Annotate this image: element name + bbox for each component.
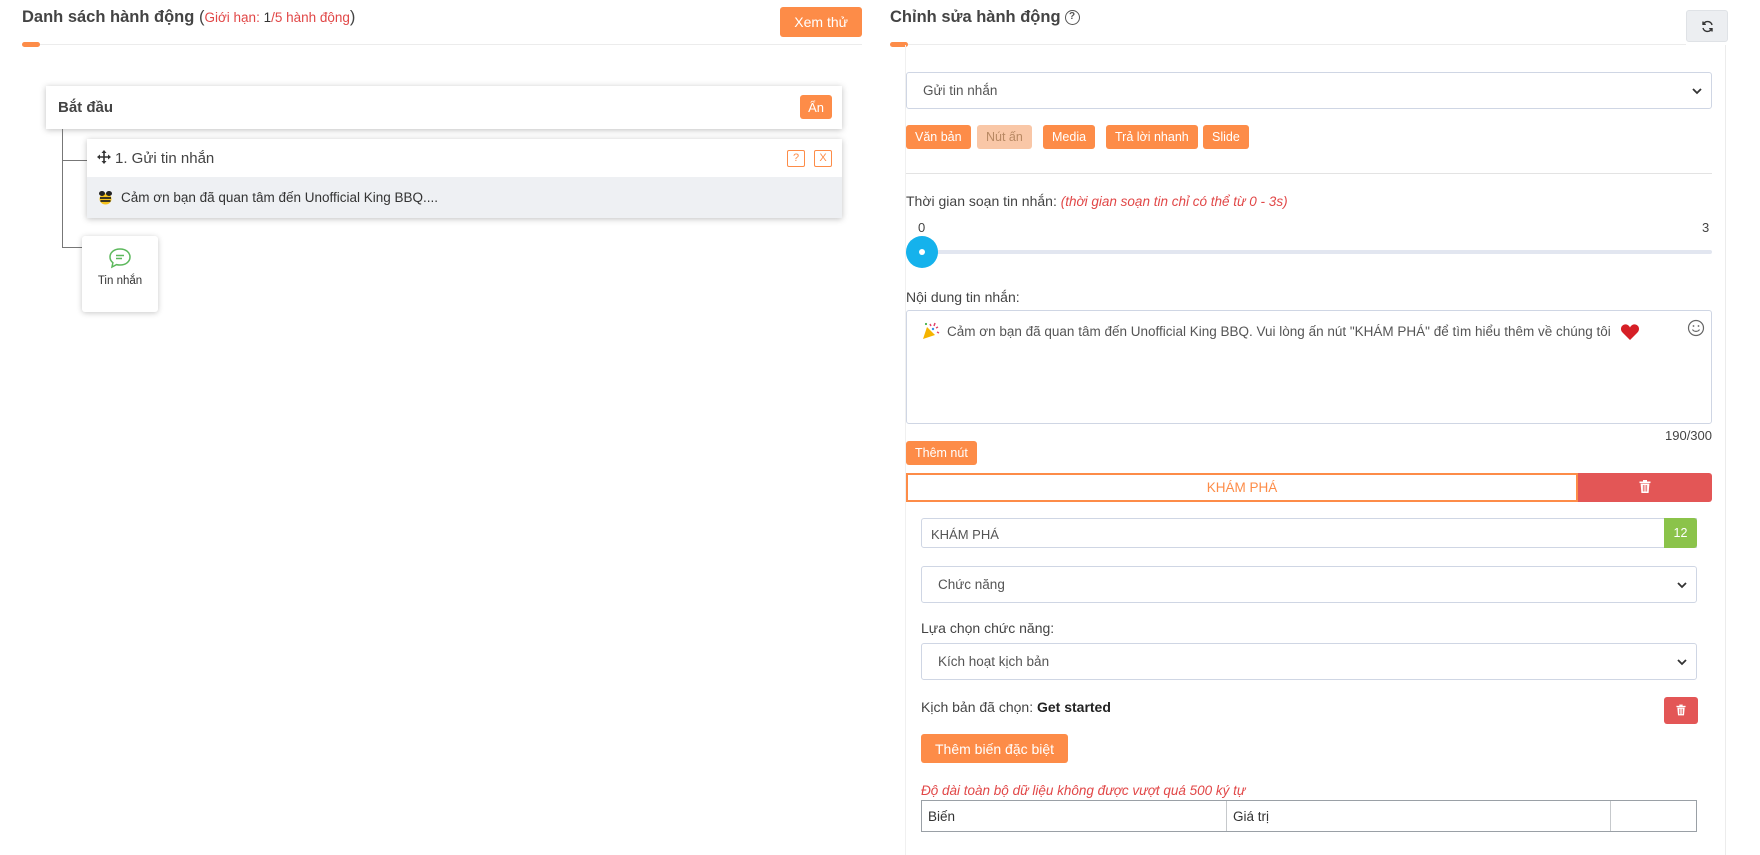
function-choice-select[interactable]: Kích hoạt kịch bản: [921, 643, 1697, 680]
remaining-chars-badge: 12: [1664, 518, 1697, 548]
variable-table: Biến Giá trị: [921, 800, 1697, 832]
edit-action-title-text: Chỉnh sửa hành động: [890, 8, 1061, 26]
table-header-value: Giá trị: [1227, 801, 1611, 831]
action-card-header: 1. Gửi tin nhắn ? X: [87, 139, 842, 177]
trash-icon: [1639, 480, 1651, 493]
chevron-down-icon: [1677, 582, 1687, 589]
move-icon[interactable]: [97, 150, 111, 164]
button-item: KHÁM PHÁ: [906, 473, 1712, 502]
refresh-button[interactable]: [1686, 10, 1728, 42]
char-counter: 190/300: [1665, 428, 1712, 443]
limit-current: 1: [263, 10, 272, 25]
message-textarea[interactable]: Cảm ơn bạn đã quan tâm đến Unofficial Ki…: [906, 310, 1712, 424]
limit-label: Giới hạn:: [204, 10, 264, 25]
preview-button[interactable]: Xem thử: [780, 7, 862, 37]
tree-connector: [62, 129, 63, 248]
start-card[interactable]: Bắt đầu Ẩn: [46, 86, 842, 129]
slider-max-label: 3: [1702, 220, 1710, 235]
add-button-button[interactable]: Thêm nút: [906, 441, 977, 465]
action-card-preview: Cảm ơn bạn đã quan tâm đến Unofficial Ki…: [87, 177, 842, 218]
refresh-icon: [1702, 20, 1713, 33]
hide-button[interactable]: Ẩn: [800, 95, 832, 119]
button-item-tab[interactable]: KHÁM PHÁ: [906, 473, 1578, 502]
action-list-title-text: Danh sách hành động: [22, 8, 195, 26]
header-divider: [22, 44, 862, 45]
emoji-picker-icon[interactable]: [1687, 319, 1705, 337]
header-divider: [890, 44, 1686, 45]
tree-connector: [62, 247, 82, 248]
header-accent: [22, 42, 40, 47]
slider-min-label: 0: [918, 220, 926, 235]
help-button[interactable]: ?: [787, 150, 805, 167]
action-card-title: 1. Gửi tin nhắn: [115, 150, 215, 167]
delete-button-item[interactable]: [1578, 473, 1712, 502]
tab-buttons[interactable]: Nút ấn: [977, 125, 1032, 149]
action-preview-text: Cảm ơn bạn đã quan tâm đến Unofficial Ki…: [121, 190, 439, 205]
action-type-select[interactable]: Gửi tin nhắn: [906, 72, 1712, 109]
chat-bubble-icon: [109, 248, 131, 269]
help-circle-icon[interactable]: ?: [1064, 10, 1080, 25]
section-divider: [906, 173, 1712, 174]
typing-time-label-text: Thời gian soạn tin nhắn:: [906, 193, 1061, 209]
action-type-value: Gửi tin nhắn: [923, 83, 998, 98]
selected-script-label: Kịch bản đã chọn:: [921, 699, 1037, 715]
panel-border: [1725, 45, 1726, 855]
button-name-value: KHÁM PHÁ: [931, 527, 999, 542]
tab-text[interactable]: Văn bản: [906, 125, 971, 149]
selected-script: Kịch bản đã chọn: Get started: [921, 699, 1111, 715]
chevron-down-icon: [1692, 88, 1702, 95]
message-node[interactable]: Tin nhắn: [82, 236, 158, 312]
start-card-title: Bắt đầu: [58, 99, 114, 116]
function-select[interactable]: Chức năng: [921, 566, 1697, 603]
message-content-label: Nội dung tin nhắn:: [906, 289, 1020, 305]
slider-handle[interactable]: [906, 236, 938, 268]
function-choice-value: Kích hoạt kịch bản: [938, 654, 1050, 669]
tab-quick-reply[interactable]: Trả lời nhanh: [1106, 125, 1198, 149]
add-special-variable-button[interactable]: Thêm biến đặc biệt: [921, 734, 1069, 763]
heart-emoji-icon: [1620, 324, 1640, 340]
button-name-input[interactable]: KHÁM PHÁ: [921, 518, 1697, 548]
action-list-title: Danh sách hành động (Giới hạn: 1/5 hành …: [22, 8, 356, 26]
edit-action-panel: Chỉnh sửa hành động? Gửi tin nhắn Văn bả…: [890, 0, 1760, 855]
action-card-send-message[interactable]: 1. Gửi tin nhắn ? X Cảm ơn bạn đã quan t…: [87, 139, 842, 218]
function-choice-label: Lựa chọn chức năng:: [921, 620, 1055, 636]
tab-media[interactable]: Media: [1043, 125, 1096, 149]
delete-script-button[interactable]: [1664, 697, 1698, 724]
length-warning: Độ dài toàn bộ dữ liệu không được vượt q…: [921, 783, 1246, 798]
table-header-variable: Biến: [922, 801, 1227, 831]
bee-emoji-icon: [99, 191, 112, 205]
action-list-panel: Danh sách hành động (Giới hạn: 1/5 hành …: [22, 0, 862, 855]
typing-time-note: (thời gian soạn tin chỉ có thể từ 0 - 3s…: [1060, 194, 1288, 209]
message-text: Cảm ơn bạn đã quan tâm đến Unofficial Ki…: [947, 324, 1611, 339]
message-node-label: Tin nhắn: [97, 275, 143, 287]
party-popper-emoji-icon: [923, 322, 940, 339]
selected-script-value: Get started: [1036, 699, 1111, 715]
remove-action-button[interactable]: X: [814, 150, 832, 167]
tree-connector: [62, 160, 88, 161]
edit-action-title: Chỉnh sửa hành động?: [890, 8, 1080, 27]
typing-time-label: Thời gian soạn tin nhắn: (thời gian soạn…: [906, 193, 1288, 209]
trash-icon: [1676, 704, 1686, 716]
limit-max: /5 hành động: [271, 10, 350, 25]
function-select-value: Chức năng: [938, 577, 1005, 592]
tab-slide[interactable]: Slide: [1203, 125, 1249, 149]
chevron-down-icon: [1677, 659, 1687, 666]
typing-time-slider[interactable]: [906, 250, 1712, 254]
